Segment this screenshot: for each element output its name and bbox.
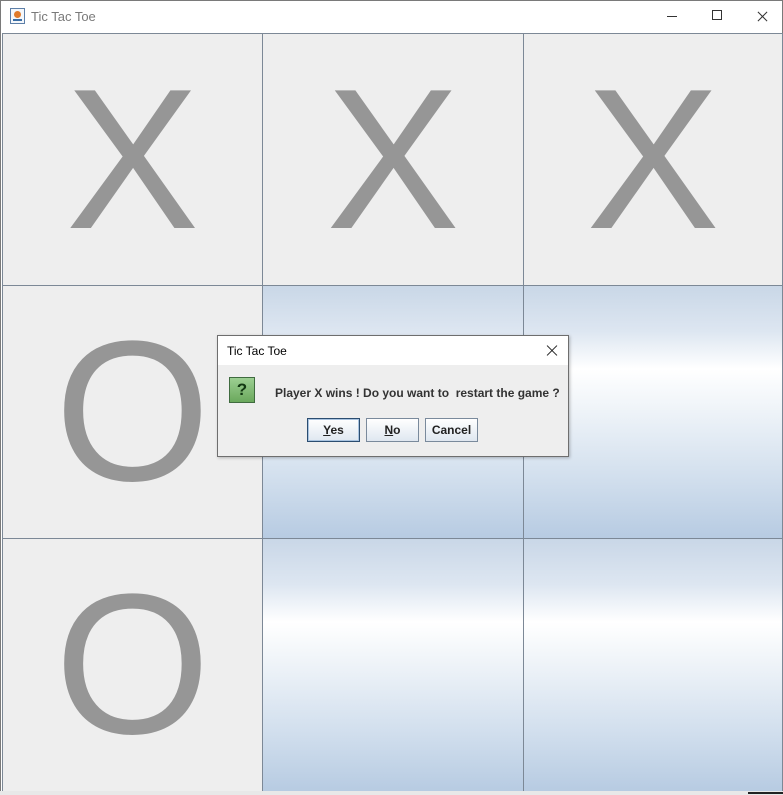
cancel-button-label: Cancel [431, 423, 472, 437]
cell-2[interactable]: X [262, 33, 524, 286]
dialog-message: Player X wins ! Do you want to restart t… [275, 386, 560, 400]
dialog-title-bar[interactable]: Tic Tac Toe [218, 336, 568, 365]
cell-9[interactable] [523, 538, 783, 792]
cell-1[interactable]: X [2, 33, 263, 286]
cell-mark: O [54, 300, 211, 523]
no-button-label: No [384, 423, 401, 437]
cancel-button[interactable]: Cancel [425, 418, 478, 442]
dialog-close-icon[interactable] [544, 343, 560, 359]
dialog-title: Tic Tac Toe [227, 344, 287, 358]
cell-mark: X [326, 47, 460, 271]
window-bottom-edge [0, 791, 783, 795]
cell-3[interactable]: X [523, 33, 783, 286]
cell-mark: O [54, 553, 211, 776]
yes-button-label: Yes [323, 423, 344, 437]
close-icon[interactable] [739, 1, 783, 32]
taskbar-edge [748, 792, 783, 794]
yes-button[interactable]: Yes [307, 418, 360, 442]
window-title: Tic Tac Toe [31, 9, 96, 24]
java-app-icon [10, 8, 25, 24]
cell-mark: X [65, 47, 200, 271]
restart-dialog: Tic Tac Toe ? Player X wins ! Do you wan… [217, 335, 569, 457]
cell-7[interactable]: O [2, 538, 263, 792]
minimize-icon[interactable] [649, 1, 695, 32]
maximize-icon[interactable] [694, 1, 740, 32]
no-button[interactable]: No [366, 418, 419, 442]
cell-mark: X [586, 47, 720, 271]
cell-8[interactable] [262, 538, 524, 792]
question-icon: ? [229, 377, 255, 403]
title-bar[interactable]: Tic Tac Toe [1, 1, 782, 32]
